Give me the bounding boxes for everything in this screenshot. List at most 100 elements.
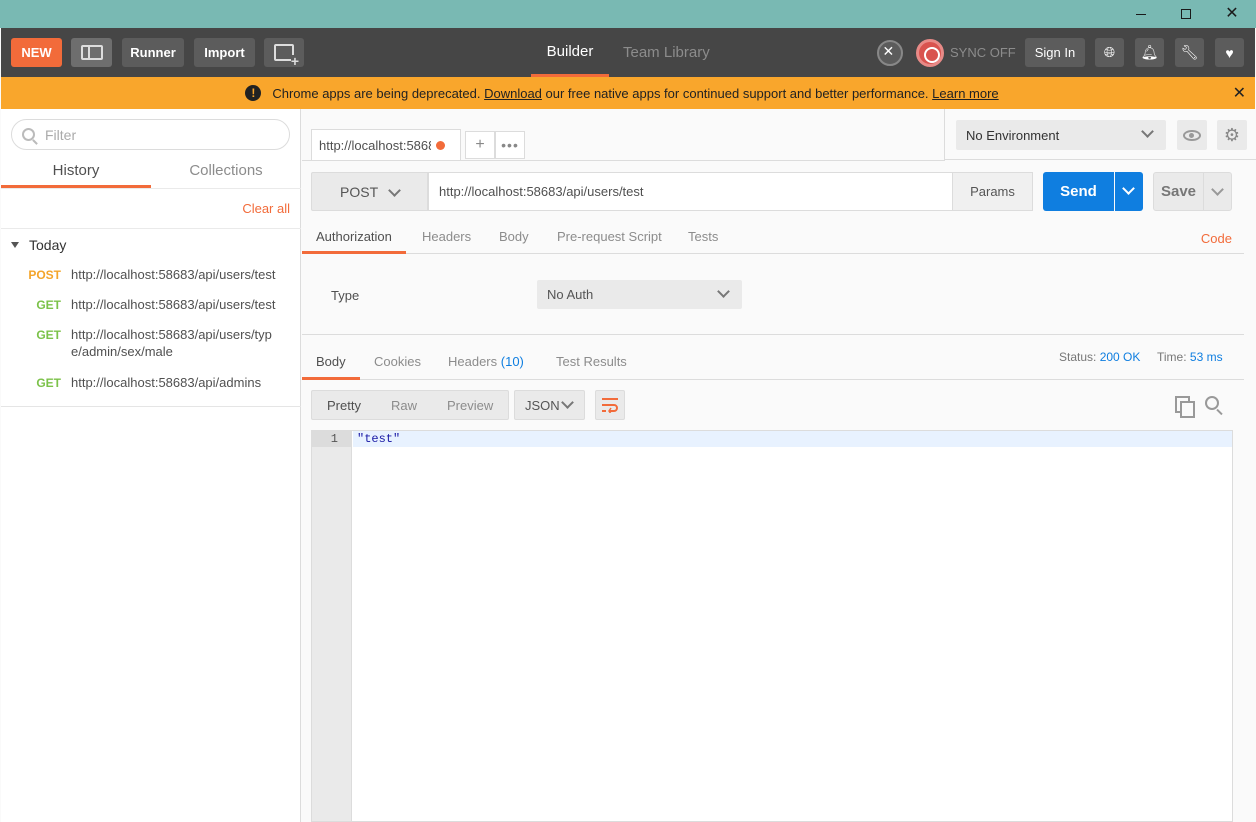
chevron-down-icon [561, 396, 574, 409]
import-button[interactable]: Import [194, 38, 255, 67]
tab-tests[interactable]: Tests [688, 229, 718, 244]
history-group-today[interactable]: Today [11, 237, 66, 253]
maximize-icon [1181, 9, 1191, 19]
chevron-down-icon [717, 285, 730, 298]
minimize-button[interactable] [1118, 0, 1164, 28]
toggle-sidebar-button[interactable] [71, 38, 112, 67]
copy-icon[interactable] [1175, 396, 1195, 418]
method-select[interactable]: POST [311, 172, 428, 211]
sidebar: History Collections Clear all Today POST… [1, 109, 301, 822]
new-window-button[interactable] [264, 38, 304, 67]
sync-button[interactable] [915, 38, 944, 67]
environment-value: No Environment [966, 127, 1060, 143]
add-tab-button[interactable]: + [465, 131, 495, 159]
learn-more-link[interactable]: Learn more [932, 86, 998, 101]
view-raw-button[interactable]: Raw [376, 398, 432, 413]
request-tab[interactable]: http://localhost:58683 [311, 129, 461, 160]
params-button[interactable]: Params [952, 172, 1033, 211]
sidebar-tabs: History Collections [1, 159, 301, 188]
manage-environments-button[interactable]: ⚙ [1217, 120, 1247, 150]
status-label: Status: [1059, 350, 1097, 364]
tab-response-body[interactable]: Body [302, 354, 360, 380]
format-select[interactable]: JSON [514, 390, 585, 420]
globe-button[interactable]: 🌐︎ [1095, 38, 1124, 67]
banner-text-middle: our free native apps for continued suppo… [541, 85, 933, 101]
search-icon[interactable] [1205, 396, 1219, 410]
history-divider [1, 406, 301, 407]
history-method: POST [28, 268, 61, 282]
tab-cookies[interactable]: Cookies [374, 354, 421, 369]
view-pretty-button[interactable]: Pretty [312, 398, 376, 413]
tab-team-library[interactable]: Team Library [623, 28, 710, 77]
view-preview-button[interactable]: Preview [432, 398, 508, 413]
ellipsis-icon: ••• [501, 137, 519, 153]
wrap-lines-icon [602, 398, 618, 413]
history-method: GET [36, 298, 61, 312]
chevron-down-icon [1141, 125, 1154, 138]
response-tabs: Body Cookies Headers (10) Test Results S… [302, 344, 1244, 380]
response-editor[interactable]: 1 "test" [311, 430, 1233, 822]
clear-row: Clear all [1, 188, 301, 229]
history-item[interactable]: GET http://localhost:58683/api/admins [1, 374, 301, 391]
maximize-button[interactable] [1163, 0, 1209, 28]
notifications-button[interactable]: 🔔︎ [1135, 38, 1164, 67]
banner-text-prefix: Chrome apps are being deprecated. [272, 85, 485, 101]
settings-button[interactable]: 🔧︎ [1175, 38, 1204, 67]
environment-select[interactable]: No Environment [956, 120, 1166, 150]
filter-input[interactable] [45, 126, 265, 143]
send-dropdown-button[interactable] [1115, 172, 1143, 211]
url-input[interactable] [439, 184, 939, 199]
app-header: NEW Runner Import Builder Team Library S… [1, 28, 1255, 77]
deprecation-banner: ! Chrome apps are being deprecated. Down… [1, 77, 1255, 109]
tab-body[interactable]: Body [499, 229, 529, 244]
wrap-lines-button[interactable] [595, 390, 625, 420]
close-window-button[interactable]: ✕ [1209, 0, 1255, 28]
auth-type-select[interactable]: No Auth [537, 280, 742, 309]
runner-button[interactable]: Runner [122, 38, 184, 67]
tab-collections[interactable]: Collections [151, 159, 301, 188]
gear-icon: ⚙ [1223, 124, 1241, 145]
favorite-button[interactable]: ♥ [1215, 38, 1244, 67]
auth-type-label: Type [331, 288, 360, 303]
caret-down-icon [11, 242, 19, 248]
download-link[interactable]: Download [484, 86, 542, 101]
interceptor-button[interactable] [875, 38, 904, 67]
tab-history[interactable]: History [1, 159, 151, 188]
plus-icon: + [475, 136, 485, 153]
tab-test-results[interactable]: Test Results [556, 354, 627, 369]
tab-pre-request-script[interactable]: Pre-request Script [557, 229, 662, 244]
environment-quick-look-button[interactable] [1177, 120, 1207, 150]
chevron-down-icon [1211, 183, 1224, 196]
sync-status-label: SYNC OFF [950, 45, 1016, 60]
history-item[interactable]: GET http://localhost:58683/api/users/typ… [1, 326, 301, 360]
auth-type-value: No Auth [547, 287, 594, 302]
request-tabs: Authorization Headers Body Pre-request S… [302, 223, 1244, 254]
code-link[interactable]: Code [1201, 231, 1232, 246]
editor-gutter: 1 [312, 431, 352, 821]
banner-close-icon[interactable]: ✕ [1233, 83, 1246, 103]
clear-all-button[interactable]: Clear all [242, 201, 290, 216]
new-button[interactable]: NEW [11, 38, 62, 67]
response-body-line: "test" [353, 431, 1232, 447]
status-value: 200 OK [1099, 350, 1141, 364]
tab-builder[interactable]: Builder [531, 28, 609, 77]
history-item[interactable]: POST http://localhost:58683/api/users/te… [1, 266, 301, 283]
tab-authorization[interactable]: Authorization [302, 229, 406, 254]
more-tabs-button[interactable]: ••• [495, 131, 525, 159]
wrench-icon: 🔧︎ [1180, 44, 1199, 60]
send-button[interactable]: Send [1043, 172, 1114, 211]
time-value: 53 ms [1189, 350, 1223, 364]
chevron-down-icon [388, 184, 401, 197]
request-builder: http://localhost:58683 + ••• No Environm… [302, 109, 1256, 822]
save-button[interactable]: Save [1153, 172, 1204, 211]
close-icon: ✕ [1225, 5, 1239, 22]
tab-headers[interactable]: Headers [422, 229, 471, 244]
filter-box [11, 119, 290, 150]
sign-in-button[interactable]: Sign In [1025, 38, 1085, 67]
format-value: JSON [525, 397, 560, 413]
tab-response-headers[interactable]: Headers (10) [448, 354, 524, 369]
save-dropdown-button[interactable] [1203, 172, 1232, 211]
history-item[interactable]: GET http://localhost:58683/api/users/tes… [1, 296, 301, 313]
warning-icon: ! [245, 85, 262, 101]
tab-divider [302, 160, 945, 161]
